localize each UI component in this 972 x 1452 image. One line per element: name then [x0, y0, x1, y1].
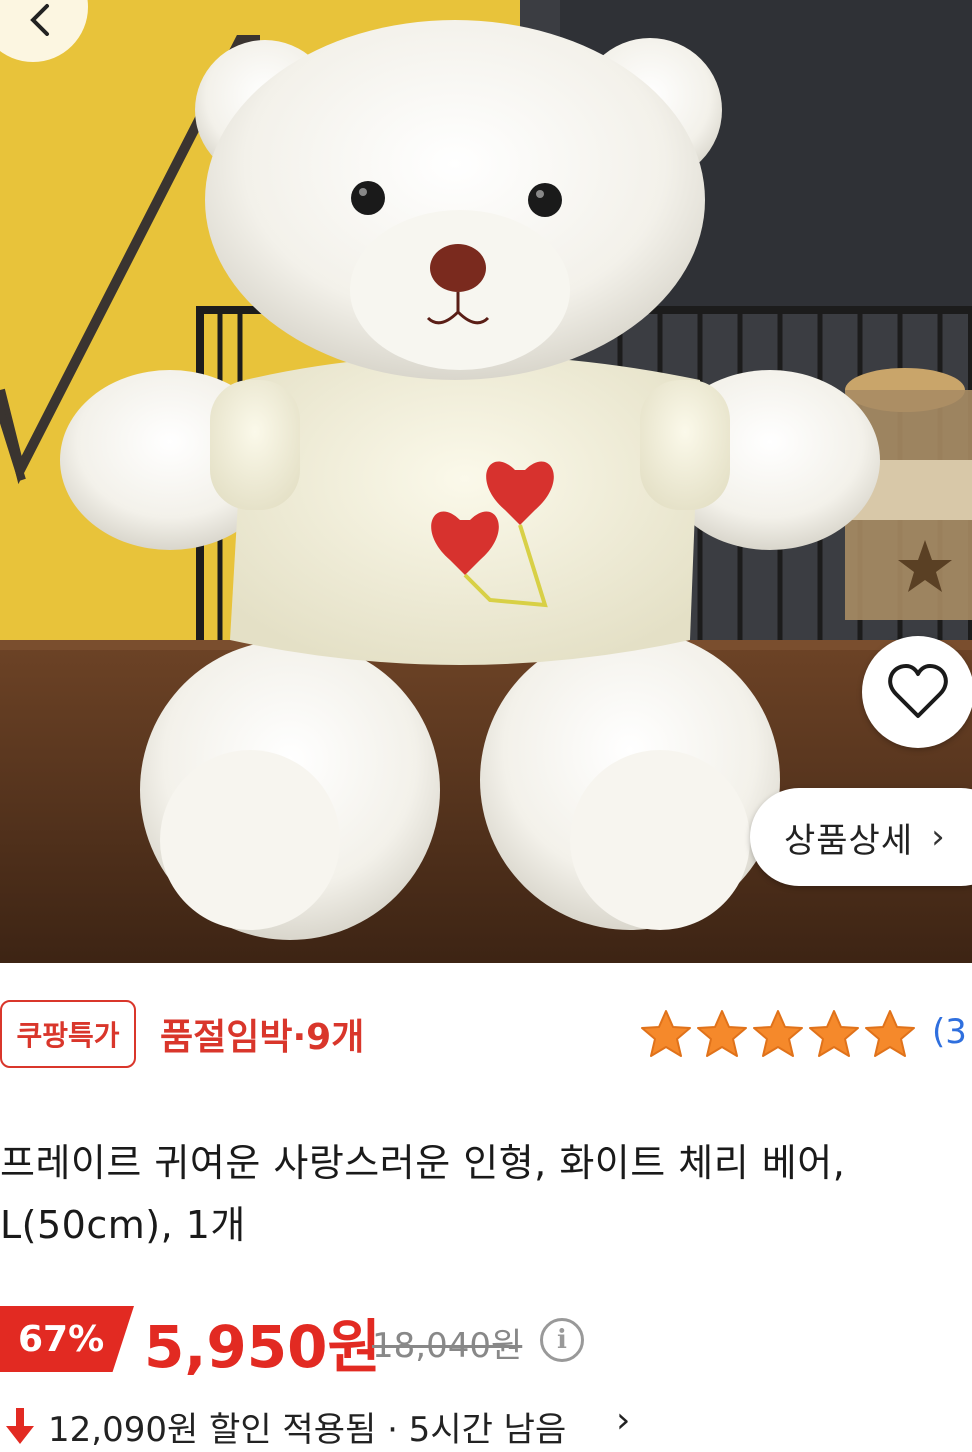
- stock-status: 품절임박·9개: [160, 1017, 365, 1058]
- star-icon: [865, 1010, 915, 1057]
- discount-notice[interactable]: 12,090원 할인 적용됨 · 5시간 남음 ›: [0, 1400, 972, 1452]
- promo-badge: 쿠팡특가: [0, 1000, 136, 1068]
- rating-stars[interactable]: [640, 1008, 916, 1060]
- product-image[interactable]: 상품상세 ›: [0, 0, 972, 963]
- star-icon: [809, 1010, 859, 1057]
- product-detail-button[interactable]: 상품상세 ›: [750, 788, 972, 886]
- star-icon: [753, 1010, 803, 1057]
- original-price: 18,040원: [372, 1326, 523, 1366]
- discount-notice-text: 12,090원 할인 적용됨 · 5시간 남음: [48, 1410, 567, 1450]
- info-icon[interactable]: i: [540, 1318, 584, 1362]
- heart-outline-icon: [888, 664, 948, 718]
- review-count-link[interactable]: (3: [932, 1012, 967, 1052]
- price-row: 67% 5,950원 18,040원 i: [0, 1306, 972, 1381]
- product-detail-label: 상품상세: [784, 820, 914, 861]
- discount-rate-badge: 67%: [0, 1306, 134, 1372]
- chevron-right-icon: ›: [616, 1400, 631, 1441]
- product-title: 프레이르 귀여운 사랑스러운 인형, 화이트 체리 베어, L(50cm), 1…: [0, 1132, 960, 1256]
- star-icon: [641, 1010, 691, 1057]
- wishlist-button[interactable]: [862, 636, 972, 748]
- product-title-line2: L(50cm), 1개: [0, 1203, 246, 1247]
- star-icon: [697, 1010, 747, 1057]
- chevron-left-icon: [30, 4, 49, 36]
- badge-row: 쿠팡특가 품절임박·9개 (3: [0, 1000, 972, 1072]
- sale-price: 5,950원: [144, 1313, 381, 1381]
- chevron-right-icon: ›: [931, 817, 946, 857]
- down-arrow-icon: [6, 1408, 34, 1444]
- product-title-line1: 프레이르 귀여운 사랑스러운 인형, 화이트 체리 베어,: [0, 1141, 846, 1185]
